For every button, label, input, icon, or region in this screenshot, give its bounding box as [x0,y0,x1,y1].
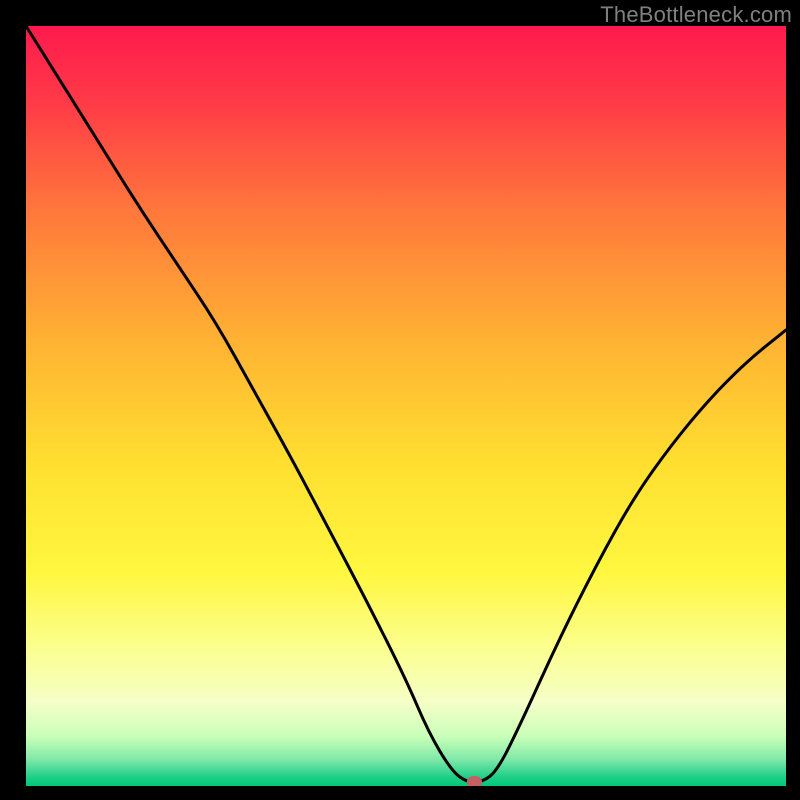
watermark-label: TheBottleneck.com [600,2,792,28]
optimal-point-marker [467,776,482,786]
chart-container: TheBottleneck.com [0,0,800,800]
chart-svg [26,26,786,786]
gradient-background [26,26,786,786]
plot-frame [26,26,786,786]
